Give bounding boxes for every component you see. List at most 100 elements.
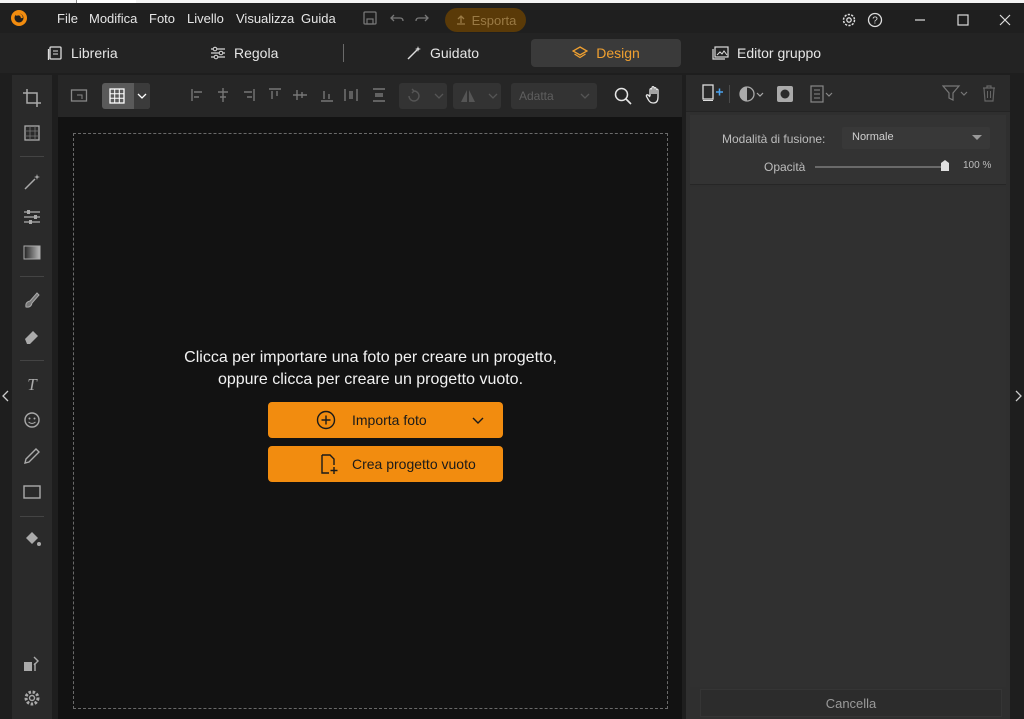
image-group-icon [712, 45, 729, 61]
redo-icon[interactable] [414, 10, 430, 26]
svg-text:?: ? [872, 16, 878, 27]
settings-gear-icon[interactable] [22, 688, 42, 708]
create-empty-project-button[interactable]: Crea progetto vuoto [268, 446, 503, 482]
tab-editor-gruppo[interactable]: Editor gruppo [712, 39, 821, 67]
export-label: Esporta [471, 12, 517, 28]
undo-icon[interactable] [389, 10, 405, 26]
flip-icon [459, 87, 477, 105]
properties-panel: Modalità di fusione: Normale Opacità 100… [686, 75, 1010, 719]
sticker-icon[interactable] [22, 410, 42, 430]
eraser-icon[interactable] [22, 326, 42, 346]
import-photo-label: Importa foto [352, 412, 427, 428]
layer-properties: Modalità di fusione: Normale Opacità 100… [690, 115, 1006, 185]
align-left-icon[interactable] [190, 87, 206, 103]
filter-icon[interactable] [942, 84, 968, 102]
menu-visualizza[interactable]: Visualizza [236, 11, 294, 26]
chevron-down-icon[interactable] [472, 414, 484, 426]
tab-label: Libreria [71, 45, 118, 61]
opacity-label: Opacità [764, 160, 806, 174]
align-bottom-icon[interactable] [319, 87, 335, 103]
align-middle-v-icon[interactable] [292, 87, 308, 103]
menu-file[interactable]: File [57, 11, 78, 26]
menu-livello[interactable]: Livello [187, 11, 224, 26]
adjust-sliders-icon[interactable] [22, 207, 42, 227]
rail-divider [20, 360, 44, 361]
chevron-down-icon [972, 135, 982, 141]
zoom-search-icon[interactable] [613, 86, 633, 106]
tab-libreria[interactable]: Libreria [47, 39, 118, 67]
align-right-icon[interactable] [240, 87, 256, 103]
flip-dropdown[interactable] [453, 83, 501, 109]
help-icon[interactable]: ? [863, 8, 887, 32]
maximize-icon[interactable] [951, 8, 975, 32]
tab-design[interactable]: Design [531, 39, 681, 67]
align-top-icon[interactable] [267, 87, 283, 103]
drop-zone[interactable]: Clicca per importare una foto per creare… [73, 133, 668, 709]
distribute-vertical-icon[interactable] [371, 87, 387, 103]
settings-gear-icon[interactable] [837, 8, 861, 32]
import-photo-button[interactable]: Importa foto [268, 402, 503, 438]
tab-label: Guidato [430, 45, 480, 61]
flip-canvas-icon[interactable] [22, 653, 42, 673]
trash-icon[interactable] [981, 84, 997, 102]
rotate-dropdown[interactable] [399, 83, 447, 109]
blend-mode-select[interactable]: Normale [842, 127, 990, 149]
gradient-icon[interactable] [22, 243, 42, 263]
cancel-label: Cancella [825, 695, 877, 711]
save-icon[interactable] [362, 10, 378, 26]
text-tool-icon[interactable]: T [22, 374, 42, 394]
grid-icon [108, 87, 126, 105]
opacity-slider-fill [815, 166, 945, 168]
canvas-prompt-line2: oppure clicca per creare un progetto vuo… [217, 371, 524, 388]
mask-icon[interactable] [776, 85, 794, 103]
export-button[interactable]: Esporta [445, 8, 526, 32]
rail-divider [20, 516, 44, 517]
left-panel-toggle[interactable] [0, 75, 12, 719]
new-file-icon [318, 453, 340, 475]
minimize-icon[interactable] [908, 8, 932, 32]
magic-wand-icon[interactable] [22, 172, 42, 192]
toolbar-divider [729, 85, 730, 103]
cancel-button[interactable]: Cancella [700, 689, 1002, 717]
adjustment-layer-icon[interactable] [738, 85, 764, 103]
brush-icon[interactable] [22, 290, 42, 310]
tool-rail: T [12, 75, 52, 719]
menu-guida[interactable]: Guida [301, 11, 336, 26]
close-icon[interactable] [993, 8, 1017, 32]
layer-options-icon[interactable] [810, 85, 834, 103]
blend-mode-label: Modalità di fusione: [722, 132, 826, 146]
align-center-h-icon[interactable] [215, 87, 231, 103]
add-layer-icon[interactable] [702, 84, 724, 102]
tab-label: Design [596, 45, 640, 61]
hand-pan-icon[interactable] [644, 85, 664, 105]
svg-text:T: T [27, 375, 38, 394]
plus-circle-icon [316, 410, 336, 430]
menu-foto[interactable]: Foto [149, 11, 175, 26]
opacity-slider-thumb[interactable] [941, 160, 949, 171]
layers-toolbar [686, 75, 1010, 112]
rotate-icon [405, 87, 423, 105]
opacity-slider[interactable] [815, 160, 949, 171]
pencil-icon[interactable] [22, 446, 42, 466]
grid-toggle[interactable] [102, 83, 150, 109]
canvas-area: Clicca per importare una foto per creare… [58, 117, 682, 719]
crop-icon[interactable] [22, 88, 42, 108]
fill-bucket-icon[interactable] [22, 529, 42, 549]
mode-divider [343, 44, 344, 62]
rectangle-shape-icon[interactable] [22, 482, 42, 502]
blend-mode-value: Normale [852, 131, 894, 143]
library-icon [47, 45, 63, 61]
right-panel-toggle[interactable] [1010, 75, 1024, 719]
mode-tabs: Libreria Regola Guidato Design Editor gr… [0, 33, 1024, 73]
tab-label: Regola [234, 45, 279, 61]
chevron-down-icon [134, 83, 150, 109]
canvas-resize-icon[interactable] [70, 87, 88, 105]
distribute-horizontal-icon[interactable] [343, 87, 359, 103]
title-bar: File Modifica Foto Livello Visualizza Gu… [0, 3, 1024, 33]
perspective-icon[interactable] [22, 123, 42, 143]
tab-regola[interactable]: Regola [210, 39, 278, 67]
tab-guidato[interactable]: Guidato [406, 39, 479, 67]
menu-modifica[interactable]: Modifica [89, 11, 137, 26]
upload-icon [455, 14, 467, 26]
fit-select[interactable]: Adatta [511, 83, 597, 109]
